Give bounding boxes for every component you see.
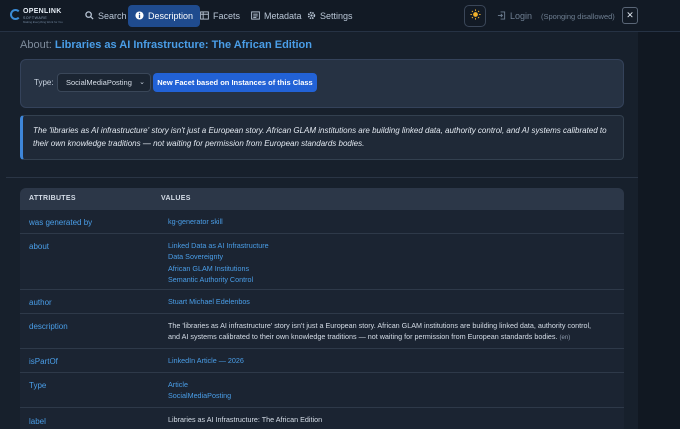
values-cell: LinkedIn Article — 2026 [168, 355, 244, 366]
type-filter-box: Type: SocialMediaPosting ⌄ New Facet bas… [20, 59, 624, 108]
nav-description[interactable]: Description [128, 5, 201, 27]
type-select[interactable]: SocialMediaPosting ⌄ [57, 73, 151, 92]
table-row: author Stuart Michael Edelenbos [20, 290, 624, 314]
value-link[interactable]: Linked Data as AI Infrastructure [168, 240, 269, 251]
attribute-link[interactable]: label [29, 417, 46, 426]
attribute-link[interactable]: isPartOf [29, 357, 58, 366]
description-panel: About: Libraries as AI Infrastructure: T… [6, 32, 638, 429]
logo-tagline: Making Everything Work for You [23, 20, 63, 24]
close-icon: ✕ [626, 10, 634, 20]
header-attributes: ATTRIBUTES [29, 195, 76, 202]
table-row: description The 'libraries as AI infrast… [20, 314, 624, 349]
about-label: About: [20, 39, 52, 51]
top-navbar: OPENLINK SOFTWARE Making Everything Work… [0, 0, 680, 32]
attribute-link[interactable]: author [29, 298, 52, 307]
sponging-label: (Sponging disallowed) [541, 11, 615, 21]
section-divider [6, 177, 638, 178]
value-link[interactable]: Stuart Michael Edelenbos [168, 296, 250, 307]
values-cell: Libraries as AI Infrastructure: The Afri… [168, 414, 322, 425]
attribute-link[interactable]: was generated by [29, 218, 92, 227]
search-icon [85, 10, 94, 22]
attribute-link[interactable]: Type [29, 381, 46, 390]
sun-icon [469, 9, 481, 23]
nav-facets[interactable]: Facets [193, 5, 247, 27]
attributes-table: ATTRIBUTES VALUES was generated by kg-ge… [20, 188, 624, 429]
theme-toggle-button[interactable] [464, 5, 486, 27]
table-row: about Linked Data as AI Infrastructure D… [20, 234, 624, 290]
table-row: label Libraries as AI Infrastructure: Th… [20, 408, 624, 429]
value-text-line: and AI systems calibrated to their own k… [168, 332, 558, 342]
login-link[interactable]: Login [490, 5, 539, 27]
nav-description-label: Description [148, 11, 194, 21]
language-tag: (en) [559, 335, 571, 342]
values-cell: The 'libraries as AI infrastructure' sto… [168, 320, 591, 345]
close-button[interactable]: ✕ [622, 7, 638, 24]
openlink-logo[interactable]: OPENLINK SOFTWARE Making Everything Work… [10, 8, 63, 24]
table-row: Type Article SocialMediaPosting [20, 373, 624, 408]
value-link[interactable]: LinkedIn Article — 2026 [168, 355, 244, 366]
info-icon [135, 10, 144, 22]
value-text: The 'libraries as AI infrastructure' sto… [168, 321, 592, 330]
values-cell: kg-generator skill [168, 216, 223, 227]
table-header: ATTRIBUTES VALUES [20, 188, 624, 210]
nav-settings[interactable]: Settings [300, 5, 360, 27]
gear-icon [307, 11, 316, 22]
values-cell: Linked Data as AI Infrastructure Data So… [168, 240, 269, 285]
chevron-down-icon: ⌄ [139, 79, 145, 86]
nav-search-label: Search [98, 11, 127, 21]
attribute-link[interactable]: description [29, 322, 68, 331]
nav-facets-label: Facets [213, 11, 241, 21]
type-label: Type: [34, 78, 54, 87]
logo-text: OPENLINK [23, 8, 62, 15]
value-link[interactable]: Article [168, 379, 231, 390]
value-text: and AI systems calibrated to their own k… [168, 331, 591, 344]
facets-icon [200, 10, 209, 22]
values-cell: Article SocialMediaPosting [168, 379, 231, 402]
nav-settings-label: Settings [320, 11, 353, 21]
nav-search[interactable]: Search [78, 5, 134, 27]
value-link[interactable]: African GLAM Institutions [168, 263, 269, 274]
about-title-link[interactable]: Libraries as AI Infrastructure: The Afri… [55, 39, 312, 51]
metadata-icon [251, 10, 260, 22]
attribute-link[interactable]: about [29, 242, 49, 251]
value-link[interactable]: SocialMediaPosting [168, 390, 231, 401]
nav-metadata[interactable]: Metadata [244, 5, 309, 27]
logo-mark-icon [10, 9, 21, 20]
table-row: isPartOf LinkedIn Article — 2026 [20, 349, 624, 373]
values-cell: Stuart Michael Edelenbos [168, 296, 250, 307]
value-link[interactable]: Data Sovereignty [168, 251, 269, 262]
value-link[interactable]: kg-generator skill [168, 216, 223, 227]
new-facet-button[interactable]: New Facet based on Instances of this Cla… [153, 73, 317, 92]
right-gutter [638, 32, 680, 429]
page-title: About: Libraries as AI Infrastructure: T… [20, 39, 312, 51]
description-quote: The 'libraries as AI infrastructure' sto… [20, 115, 624, 160]
sponging-status: (Sponging disallowed) [534, 5, 622, 27]
login-label: Login [510, 11, 533, 21]
table-row: was generated by kg-generator skill [20, 210, 624, 234]
value-text: Libraries as AI Infrastructure: The Afri… [168, 415, 323, 424]
nav-metadata-label: Metadata [264, 11, 302, 21]
value-link[interactable]: Semantic Authority Control [168, 274, 269, 285]
type-select-value: SocialMediaPosting [66, 78, 132, 87]
login-icon [497, 10, 506, 22]
header-values: VALUES [161, 195, 191, 202]
